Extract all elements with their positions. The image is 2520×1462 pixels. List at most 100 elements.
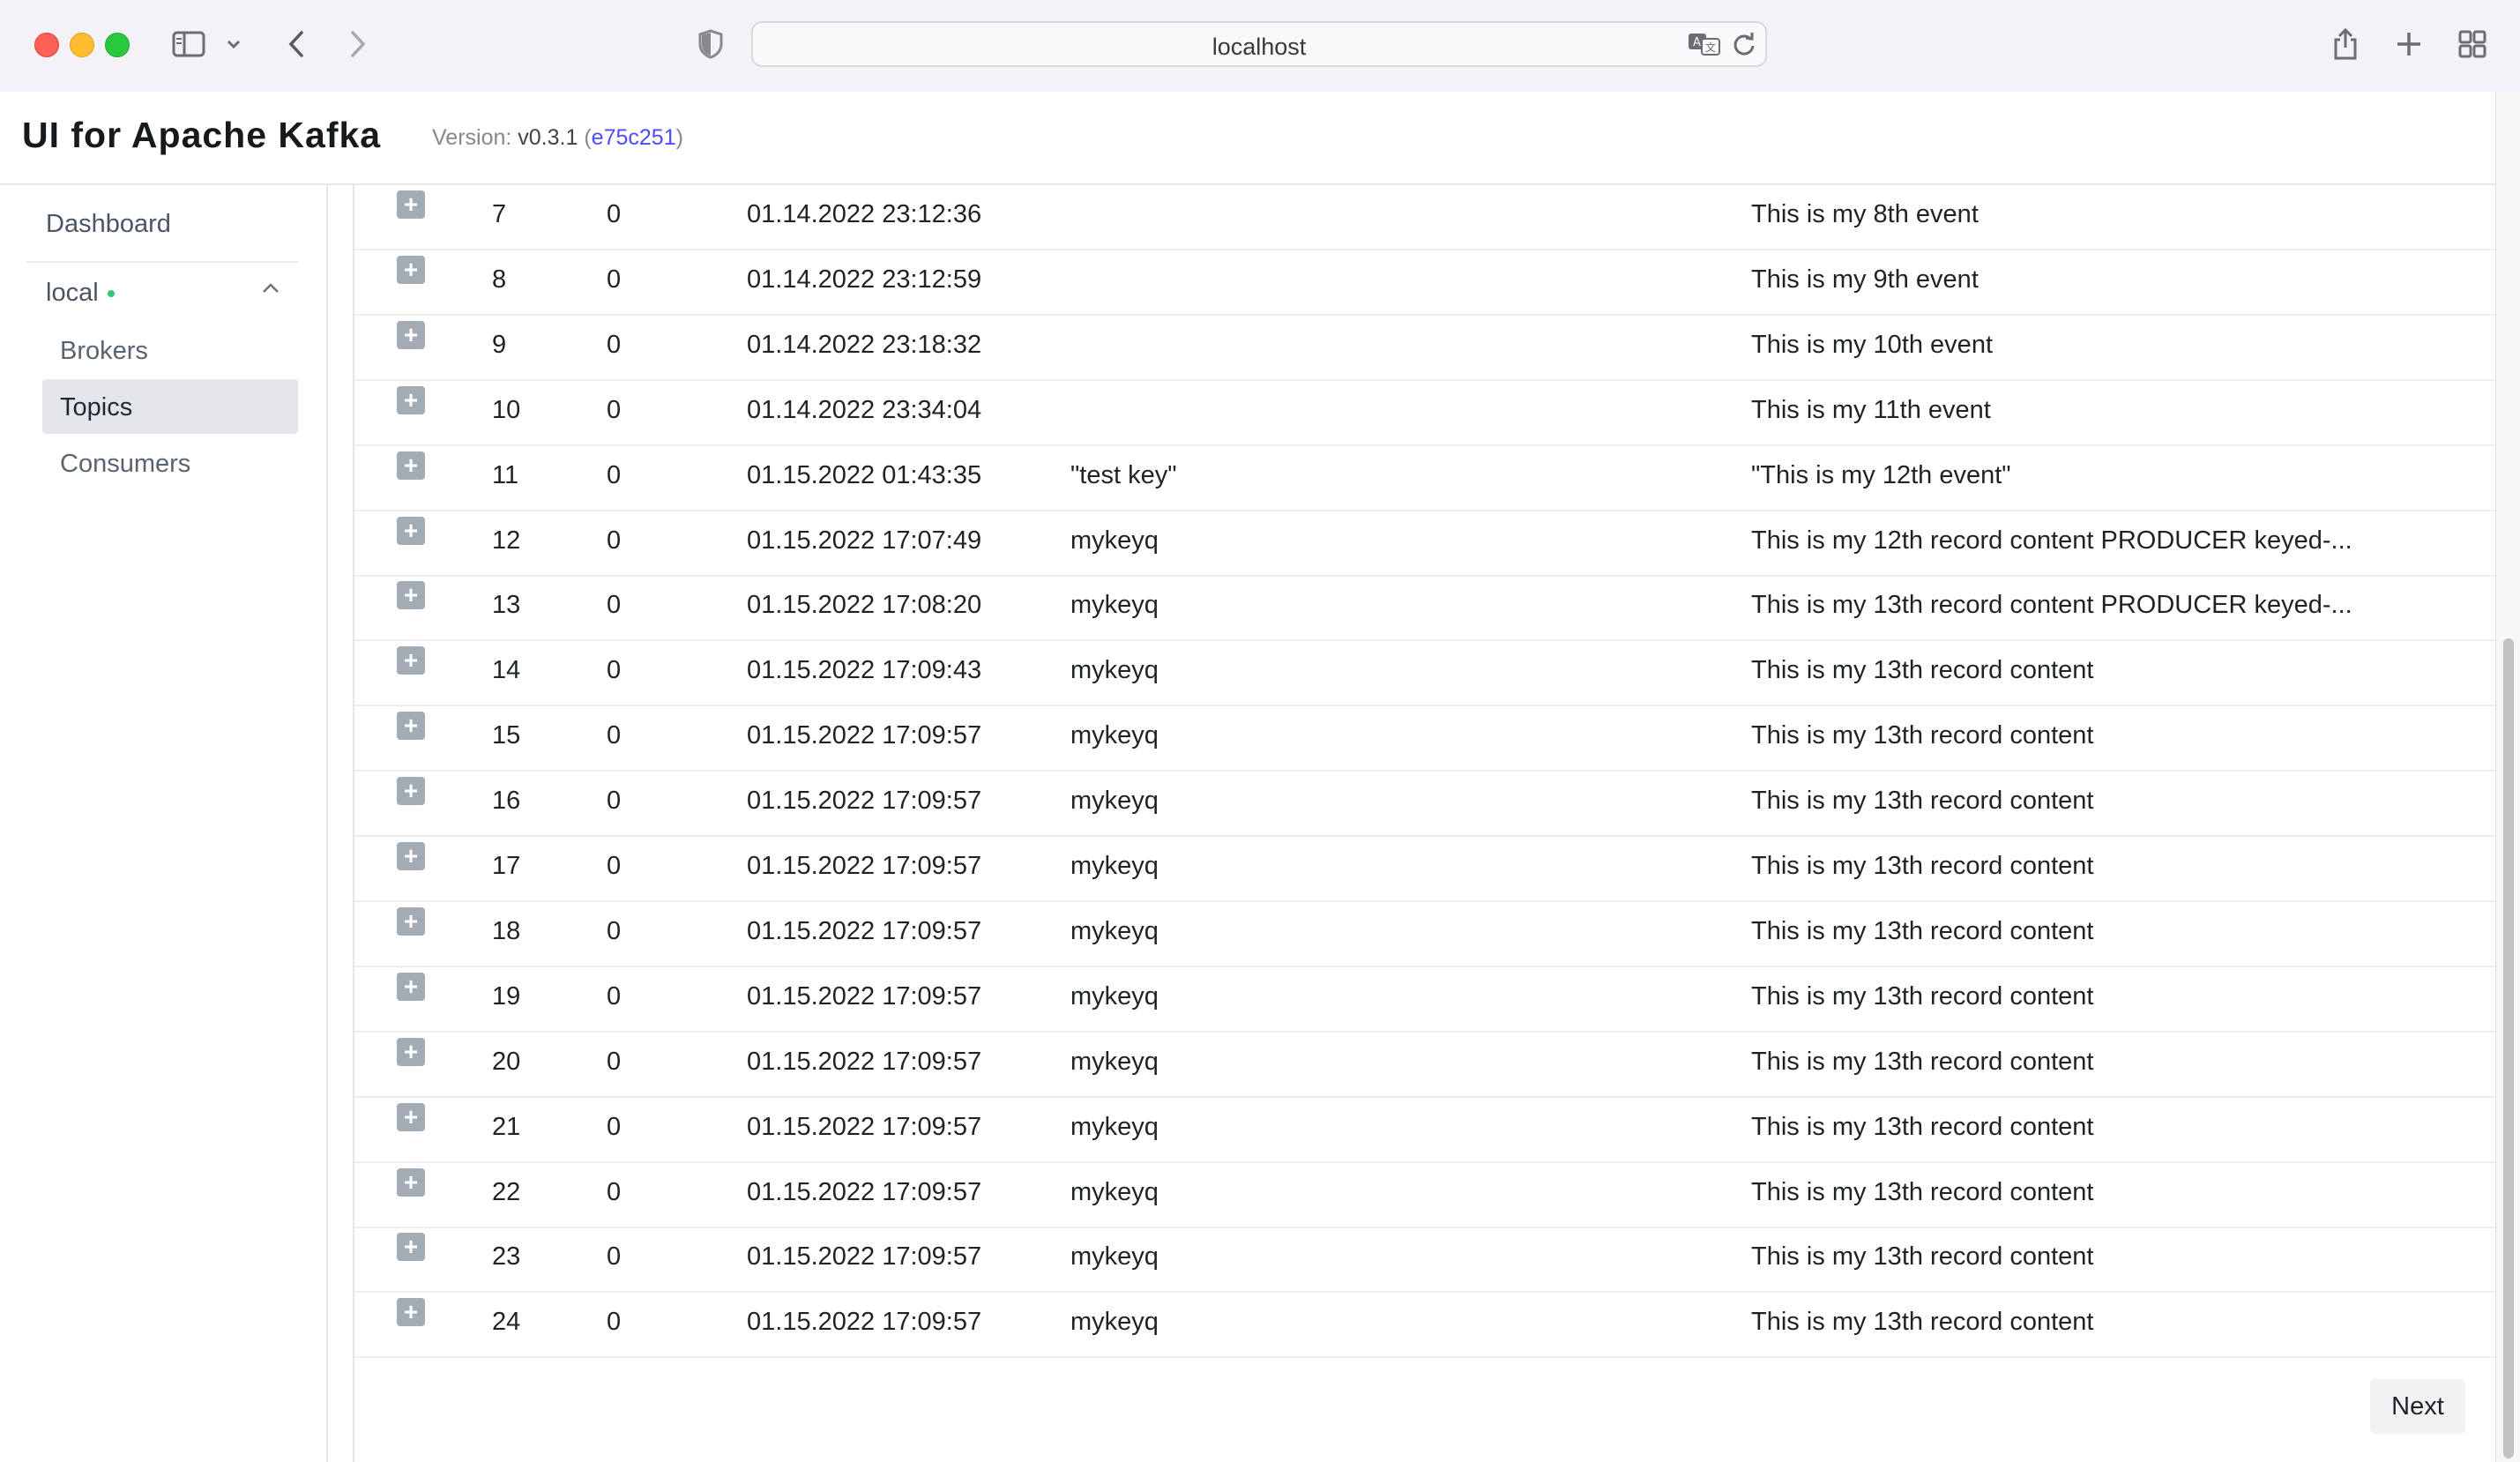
expand-row-plus-icon[interactable]: + <box>397 1102 425 1131</box>
reload-icon[interactable] <box>1732 32 1756 61</box>
timestamp-cell: 01.14.2022 23:34:04 <box>747 395 982 424</box>
forward-arrow-icon[interactable] <box>339 25 377 63</box>
expand-row-plus-icon[interactable]: + <box>397 451 425 480</box>
table-row: +15 0 01.15.2022 17:09:57 mykeyq This is my … <box>354 705 2497 772</box>
share-icon[interactable] <box>2326 25 2365 63</box>
svg-text:文: 文 <box>1705 41 1716 54</box>
timestamp-cell: 01.15.2022 17:09:57 <box>747 721 982 750</box>
timestamp-cell: 01.14.2022 23:12:36 <box>747 200 982 228</box>
expand-row-plus-icon[interactable]: + <box>397 1167 425 1197</box>
content-cell[interactable]: This is my 13th record content <box>1751 656 2093 685</box>
content-cell[interactable]: This is my 13th record content <box>1751 982 2093 1011</box>
expand-row-plus-icon[interactable]: + <box>397 646 425 675</box>
tab-overview-icon[interactable] <box>2453 25 2492 63</box>
app-header: UI for Apache Kafka Version: v0.3.1 (e75… <box>0 92 2495 185</box>
content-cell[interactable]: This is my 13th record content <box>1751 1242 2093 1272</box>
zoom-window-button[interactable] <box>105 33 130 57</box>
partition-cell: 0 <box>607 916 622 945</box>
key-cell: mykeyq <box>1070 1047 1159 1076</box>
expand-row-plus-icon[interactable]: + <box>397 516 425 545</box>
partition-cell: 0 <box>607 1177 622 1206</box>
timestamp-cell: 01.15.2022 17:09:57 <box>747 1112 982 1141</box>
expand-row-plus-icon[interactable]: + <box>397 1298 425 1327</box>
cluster-name: local <box>46 279 99 307</box>
chevron-down-icon[interactable] <box>220 25 247 63</box>
table-row: +24 0 01.15.2022 17:09:57 mykeyq This is my … <box>354 1291 2497 1359</box>
content-cell[interactable]: This is my 8th event <box>1751 200 1979 229</box>
expand-row-plus-icon[interactable]: + <box>397 190 425 219</box>
offset-cell: 11 <box>492 460 519 489</box>
translate-icon[interactable]: A文 <box>1688 32 1721 61</box>
content-cell[interactable]: This is my 10th event <box>1751 331 1993 360</box>
content-cell[interactable]: This is my 9th event <box>1751 265 1979 295</box>
partition-cell: 0 <box>607 1047 622 1076</box>
sidebar-item-topics[interactable]: Topics <box>60 393 132 422</box>
expand-row-plus-icon[interactable]: + <box>397 842 425 870</box>
minimize-window-button[interactable] <box>70 33 94 57</box>
partition-cell: 0 <box>607 981 622 1011</box>
app-title[interactable]: UI for Apache Kafka <box>22 115 381 156</box>
expand-row-plus-icon[interactable]: + <box>397 777 425 806</box>
partition-cell: 0 <box>607 200 622 228</box>
partition-cell: 0 <box>607 721 622 750</box>
content-cell[interactable]: This is my 13th record content <box>1751 1178 2093 1207</box>
content-cell[interactable]: This is my 13th record content PRODUCER … <box>1751 591 2352 620</box>
table-row: +7 0 01.14.2022 23:12:36 This is my 8th eve… <box>354 185 2497 250</box>
next-page-button[interactable]: Next <box>2370 1379 2465 1434</box>
sidebar-cluster-local[interactable]: local <box>46 279 115 308</box>
content-cell[interactable]: This is my 13th record content <box>1751 787 2093 816</box>
content-cell[interactable]: This is my 13th record content <box>1751 852 2093 881</box>
chevron-up-icon[interactable] <box>261 282 280 299</box>
timestamp-cell: 01.15.2022 17:09:43 <box>747 656 982 685</box>
offset-cell: 16 <box>492 787 521 816</box>
key-cell: mykeyq <box>1070 916 1159 945</box>
expand-row-plus-icon[interactable]: + <box>397 1037 425 1066</box>
expand-row-plus-icon[interactable]: + <box>397 972 425 1001</box>
version-label: Version: <box>432 125 518 150</box>
expand-row-plus-icon[interactable]: + <box>397 712 425 741</box>
sidebar-item-consumers[interactable]: Consumers <box>60 450 190 479</box>
expand-row-plus-icon[interactable]: + <box>397 255 425 284</box>
sidebar-toggle-icon[interactable] <box>169 25 208 63</box>
expand-row-plus-icon[interactable]: + <box>397 581 425 610</box>
version-number: v0.3.1 <box>518 125 578 150</box>
partition-cell: 0 <box>607 656 622 685</box>
sidebar-item-dashboard[interactable]: Dashboard <box>46 210 171 239</box>
content-cell[interactable]: This is my 13th record content <box>1751 721 2093 750</box>
partition-cell: 0 <box>607 591 622 620</box>
expand-row-plus-icon[interactable]: + <box>397 1233 425 1262</box>
sidebar-item-brokers[interactable]: Brokers <box>60 337 148 366</box>
table-row: +19 0 01.15.2022 17:09:57 mykeyq This is my … <box>354 966 2497 1033</box>
content-cell[interactable]: This is my 13th record content <box>1751 1308 2093 1337</box>
content-cell[interactable]: This is my 13th record content <box>1751 1048 2093 1077</box>
content-cell[interactable]: This is my 11th event <box>1751 396 1991 425</box>
sidebar: Dashboard local Brokers Topics Consumers <box>0 185 328 1462</box>
timestamp-cell: 01.15.2022 17:09:57 <box>747 1242 982 1272</box>
browser-toolbar: localhost A文 <box>0 0 2520 93</box>
partition-cell: 0 <box>607 787 622 816</box>
new-tab-plus-icon[interactable] <box>2390 25 2428 63</box>
page-scrollbar[interactable] <box>2495 92 2520 1462</box>
expand-row-plus-icon[interactable]: + <box>397 320 425 349</box>
expand-row-plus-icon[interactable]: + <box>397 906 425 936</box>
timestamp-cell: 01.15.2022 17:09:57 <box>747 1308 982 1337</box>
key-cell: mykeyq <box>1070 1242 1159 1272</box>
commit-link[interactable]: e75c251 <box>592 125 676 150</box>
privacy-shield-icon[interactable] <box>691 25 730 63</box>
scrollbar-thumb[interactable] <box>2503 638 2514 1458</box>
expand-row-plus-icon[interactable]: + <box>397 385 425 414</box>
close-window-button[interactable] <box>34 33 59 57</box>
table-row: +13 0 01.15.2022 17:08:20 mykeyq This is my … <box>354 574 2497 642</box>
content-cell[interactable]: This is my 13th record content <box>1751 1113 2093 1142</box>
table-row: +10 0 01.14.2022 23:34:04 This is my 11th e… <box>354 379 2497 446</box>
content-cell[interactable]: "This is my 12th event" <box>1751 461 2011 490</box>
address-bar[interactable]: localhost A文 <box>751 21 1767 67</box>
back-arrow-icon[interactable] <box>277 25 316 63</box>
content-cell[interactable]: This is my 12th record content PRODUCER … <box>1751 526 2352 556</box>
table-row: +14 0 01.15.2022 17:09:43 mykeyq This is my … <box>354 639 2497 707</box>
commit-close-paren: ) <box>675 125 683 150</box>
content-cell[interactable]: This is my 13th record content <box>1751 917 2093 946</box>
offset-cell: 9 <box>492 330 507 359</box>
timestamp-cell: 01.15.2022 17:09:57 <box>747 787 982 816</box>
partition-cell: 0 <box>607 1308 622 1337</box>
